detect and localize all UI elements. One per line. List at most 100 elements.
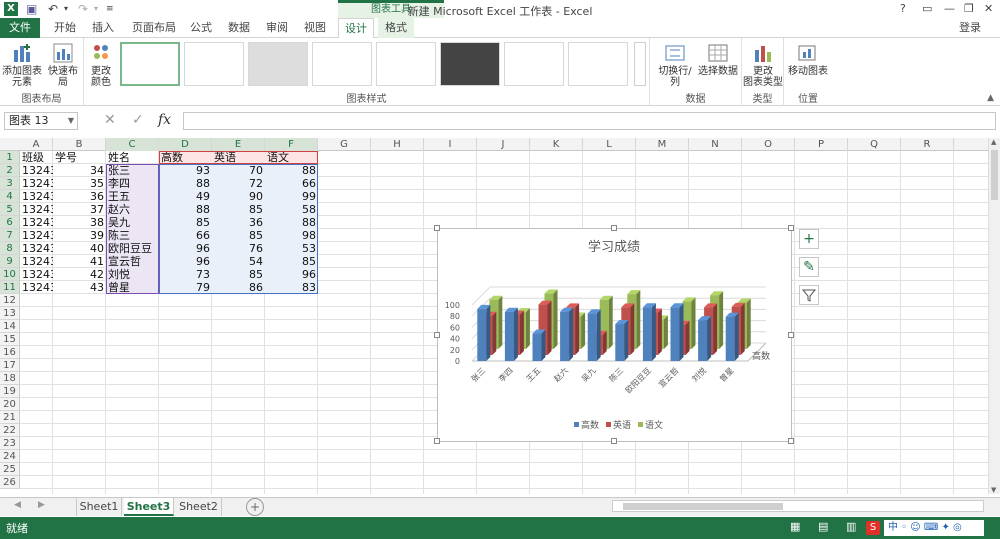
chart-style-4[interactable]	[312, 42, 372, 86]
row-header[interactable]: 23	[0, 437, 20, 450]
cell[interactable]: 96	[159, 255, 212, 268]
cell[interactable]: 88	[159, 203, 212, 216]
cell[interactable]: 吴九	[106, 216, 159, 229]
cell[interactable]: 43	[53, 281, 106, 294]
cell[interactable]: 96	[265, 268, 318, 281]
resize-handle[interactable]	[434, 332, 440, 338]
row-header[interactable]: 22	[0, 424, 20, 437]
tab-review[interactable]: 审阅	[262, 18, 292, 38]
tab-design[interactable]: 设计	[338, 18, 374, 39]
change-colors-button[interactable]: 更改 颜色	[86, 42, 116, 88]
scroll-down-icon[interactable]: ▼	[991, 486, 996, 494]
resize-handle[interactable]	[611, 438, 617, 444]
switch-row-column-button[interactable]: 切换行/列	[654, 42, 696, 88]
cell[interactable]: 66	[265, 177, 318, 190]
cell[interactable]: 54	[212, 255, 265, 268]
row-header[interactable]: 12	[0, 294, 20, 307]
cell[interactable]: 85	[212, 229, 265, 242]
row-header[interactable]: 25	[0, 463, 20, 476]
signin-link[interactable]: 登录	[950, 18, 990, 38]
column-header[interactable]: I	[424, 138, 477, 151]
row-header[interactable]: 20	[0, 398, 20, 411]
cell[interactable]: 1324302	[20, 255, 53, 268]
column-header[interactable]: F	[265, 138, 318, 151]
cell[interactable]: 85	[159, 216, 212, 229]
row-header[interactable]: 17	[0, 359, 20, 372]
row-header[interactable]: 24	[0, 450, 20, 463]
cell[interactable]: 85	[212, 203, 265, 216]
ime-toolbar[interactable]: 中 ◦ ☺ ⌨ ✦ ◎	[884, 520, 984, 536]
cell[interactable]: 37	[53, 203, 106, 216]
undo-icon[interactable]: ↶	[48, 2, 58, 16]
chart-style-2[interactable]	[184, 42, 244, 86]
horizontal-scrollbar[interactable]	[612, 500, 984, 512]
tab-file[interactable]: 文件	[0, 18, 40, 38]
chart-object[interactable]: 学习成绩 0 20 40 60 80 100 张三 李四 王五 赵六 吴九 陈三 欧阳豆豆 宣云哲 刘悦 曾星高…	[434, 225, 794, 444]
cell[interactable]: 88	[265, 164, 318, 177]
cell[interactable]: 99	[265, 190, 318, 203]
chart-filter-icon[interactable]	[799, 285, 819, 305]
cell[interactable]: 41	[53, 255, 106, 268]
chart-elements-plus-icon[interactable]: +	[799, 229, 819, 249]
cell[interactable]: 1324301	[20, 177, 53, 190]
cell[interactable]: 学号	[53, 151, 106, 164]
cell[interactable]: 39	[53, 229, 106, 242]
row-header[interactable]: 7	[0, 229, 20, 242]
customize-qat-icon[interactable]: ≡	[106, 2, 114, 16]
row-header[interactable]: 8	[0, 242, 20, 255]
chart-styles-brush-icon[interactable]: ✎	[799, 257, 819, 277]
cell[interactable]: 58	[265, 203, 318, 216]
redo-dropdown-icon[interactable]: ▾	[94, 2, 98, 16]
row-header[interactable]: 4	[0, 190, 20, 203]
cell[interactable]: 88	[159, 177, 212, 190]
tab-home[interactable]: 开始	[50, 18, 80, 38]
cell[interactable]: 1324302	[20, 190, 53, 203]
resize-handle[interactable]	[788, 332, 794, 338]
quick-layout-button[interactable]: 快速布局	[44, 42, 82, 88]
column-header[interactable]: L	[583, 138, 636, 151]
ribbon-display-icon[interactable]: ▭	[922, 2, 932, 16]
insert-function-icon[interactable]: fx	[158, 112, 171, 128]
row-header[interactable]: 13	[0, 307, 20, 320]
row-header[interactable]: 10	[0, 268, 20, 281]
tab-format[interactable]: 格式	[378, 18, 414, 38]
cell[interactable]: 76	[212, 242, 265, 255]
cell[interactable]: 张三	[106, 164, 159, 177]
tab-page-layout[interactable]: 页面布局	[128, 18, 180, 38]
row-header[interactable]: 1	[0, 151, 20, 164]
column-header[interactable]: P	[795, 138, 848, 151]
prev-sheet-icon[interactable]: ◀	[14, 500, 21, 510]
next-sheet-icon[interactable]: ▶	[38, 500, 45, 510]
row-header[interactable]: 3	[0, 177, 20, 190]
cell[interactable]: 35	[53, 177, 106, 190]
page-break-view-icon[interactable]: ▥	[846, 520, 856, 533]
save-icon[interactable]: ▣	[26, 2, 37, 16]
cell[interactable]: 语文	[265, 151, 318, 164]
page-layout-view-icon[interactable]: ▤	[818, 520, 828, 533]
cell[interactable]: 72	[212, 177, 265, 190]
tab-view[interactable]: 视图	[300, 18, 330, 38]
cell[interactable]: 曾星	[106, 281, 159, 294]
cell[interactable]: 38	[53, 216, 106, 229]
cell[interactable]: 欧阳豆豆	[106, 242, 159, 255]
cell[interactable]: 1324302	[20, 216, 53, 229]
tab-formulas[interactable]: 公式	[186, 18, 216, 38]
column-header[interactable]: M	[636, 138, 689, 151]
chart-style-5[interactable]	[376, 42, 436, 86]
column-header[interactable]: Q	[848, 138, 901, 151]
column-header[interactable]: K	[530, 138, 583, 151]
cancel-icon[interactable]: ✕	[104, 112, 116, 128]
row-header[interactable]: 26	[0, 476, 20, 489]
column-header[interactable]: J	[477, 138, 530, 151]
scroll-thumb[interactable]	[991, 150, 998, 200]
redo-icon[interactable]: ↷	[78, 2, 88, 16]
row-header[interactable]: 9	[0, 255, 20, 268]
cell[interactable]: 34	[53, 164, 106, 177]
select-data-button[interactable]: 选择数据	[698, 42, 738, 77]
help-button[interactable]: ?	[900, 2, 906, 16]
cell[interactable]: 79	[159, 281, 212, 294]
column-header[interactable]: A	[20, 138, 53, 151]
cell[interactable]: 88	[265, 216, 318, 229]
resize-handle[interactable]	[788, 438, 794, 444]
gallery-scroll[interactable]	[634, 42, 646, 86]
